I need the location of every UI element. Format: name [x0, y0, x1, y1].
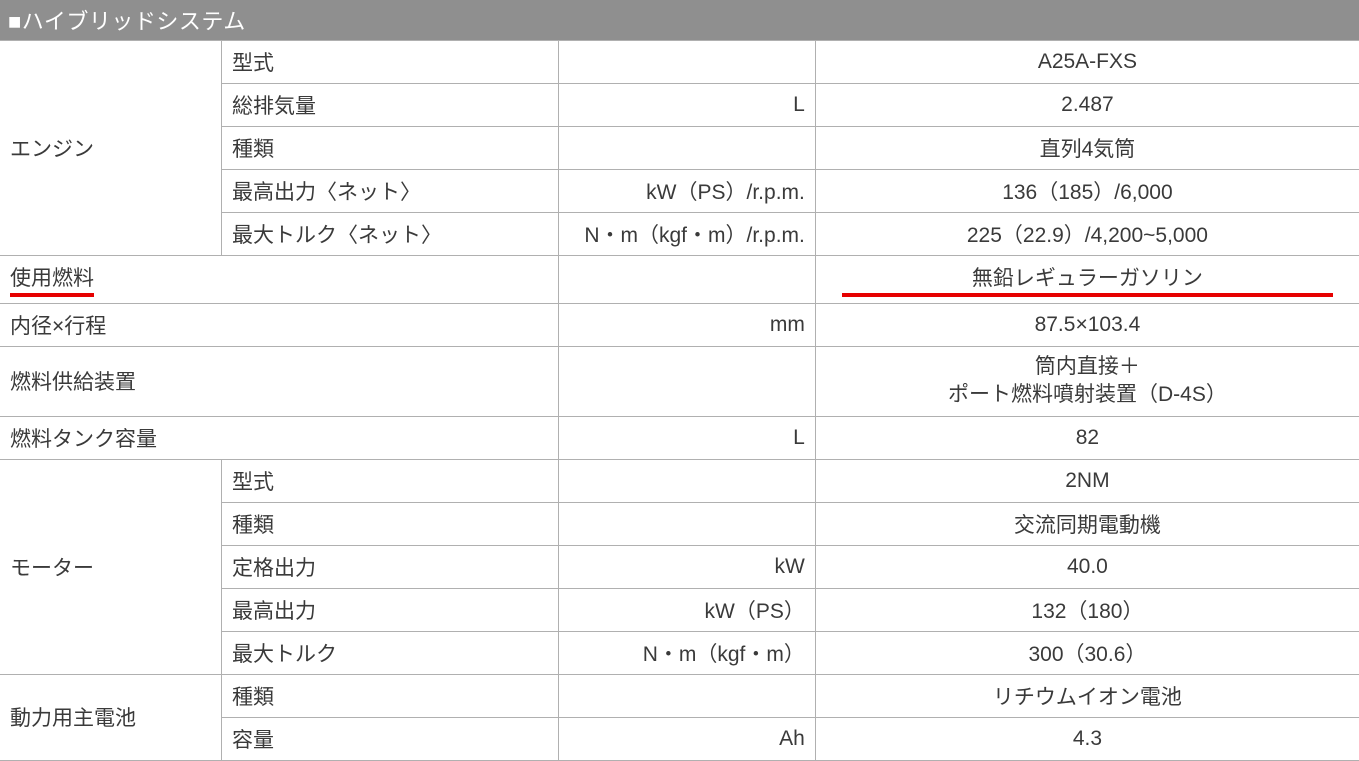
spec-value: 300（30.6） — [815, 631, 1359, 674]
group-engine-label: エンジン — [0, 41, 221, 256]
spec-table: エンジン 型式 A25A-FXS 総排気量 L 2.487 種類 直列4気筒 最… — [0, 40, 1359, 761]
spec-value: 4.3 — [815, 717, 1359, 760]
spec-name: 最高出力〈ネット〉 — [221, 170, 558, 213]
row-tank-capacity: 燃料タンク容量 L 82 — [0, 416, 1359, 459]
spec-value: 2NM — [815, 459, 1359, 502]
section-header: ■ハイブリッドシステム — [0, 0, 1359, 40]
spec-unit — [559, 502, 816, 545]
spec-value: 無鉛レギュラーガソリン — [815, 256, 1359, 304]
spec-name: 最大トルク — [221, 631, 558, 674]
spec-unit: kW（PS）/r.p.m. — [559, 170, 816, 213]
spec-name: 種類 — [221, 674, 558, 717]
spec-name: 総排気量 — [221, 84, 558, 127]
group-battery-label: 動力用主電池 — [0, 674, 221, 760]
spec-unit — [559, 459, 816, 502]
spec-unit: L — [559, 416, 816, 459]
spec-unit — [559, 256, 816, 304]
spec-name: 容量 — [221, 717, 558, 760]
row-engine-model: エンジン 型式 A25A-FXS — [0, 41, 1359, 84]
spec-name: 使用燃料 — [0, 256, 559, 304]
spec-unit: N・m（kgf・m） — [559, 631, 816, 674]
spec-value: 筒内直接＋ポート燃料噴射装置（D-4S） — [815, 347, 1359, 417]
spec-name: 最高出力 — [221, 588, 558, 631]
spec-name: 型式 — [221, 459, 558, 502]
spec-value: リチウムイオン電池 — [815, 674, 1359, 717]
spec-value: A25A-FXS — [815, 41, 1359, 84]
spec-value: 交流同期電動機 — [815, 502, 1359, 545]
spec-name: 燃料タンク容量 — [0, 416, 559, 459]
spec-unit: Ah — [559, 717, 816, 760]
spec-value: 2.487 — [815, 84, 1359, 127]
spec-unit: L — [559, 84, 816, 127]
spec-value: 82 — [815, 416, 1359, 459]
spec-name: 種類 — [221, 127, 558, 170]
spec-name: 種類 — [221, 502, 558, 545]
spec-value: 136（185）/6,000 — [815, 170, 1359, 213]
group-motor-label: モーター — [0, 459, 221, 674]
spec-value: 40.0 — [815, 545, 1359, 588]
spec-value: 87.5×103.4 — [815, 304, 1359, 347]
spec-unit: kW（PS） — [559, 588, 816, 631]
spec-name: 定格出力 — [221, 545, 558, 588]
spec-unit — [559, 347, 816, 417]
spec-name: 内径×行程 — [0, 304, 559, 347]
spec-name: 燃料供給装置 — [0, 347, 559, 417]
row-fuel-supply: 燃料供給装置 筒内直接＋ポート燃料噴射装置（D-4S） — [0, 347, 1359, 417]
highlight-underline: 使用燃料 — [10, 262, 94, 297]
spec-unit: mm — [559, 304, 816, 347]
spec-unit — [559, 127, 816, 170]
row-motor-model: モーター 型式 2NM — [0, 459, 1359, 502]
spec-name: 最大トルク〈ネット〉 — [221, 213, 558, 256]
row-battery-type: 動力用主電池 種類 リチウムイオン電池 — [0, 674, 1359, 717]
spec-unit: N・m（kgf・m）/r.p.m. — [559, 213, 816, 256]
row-fuel-type: 使用燃料 無鉛レギュラーガソリン — [0, 256, 1359, 304]
spec-name: 型式 — [221, 41, 558, 84]
spec-unit — [559, 674, 816, 717]
spec-value: 直列4気筒 — [815, 127, 1359, 170]
row-bore-stroke: 内径×行程 mm 87.5×103.4 — [0, 304, 1359, 347]
highlight-underline: 無鉛レギュラーガソリン — [842, 262, 1333, 297]
spec-unit: kW — [559, 545, 816, 588]
spec-value: 225（22.9）/4,200~5,000 — [815, 213, 1359, 256]
spec-unit — [559, 41, 816, 84]
spec-value: 132（180） — [815, 588, 1359, 631]
